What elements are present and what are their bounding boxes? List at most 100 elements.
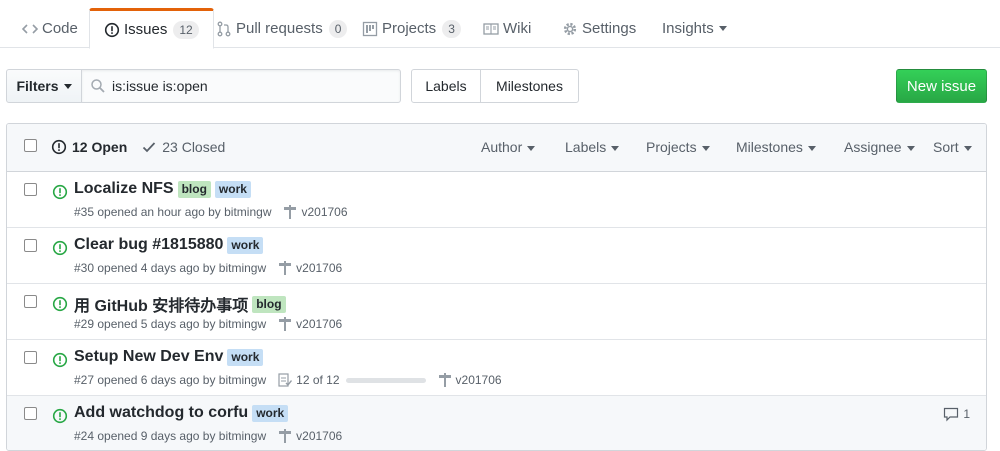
task-progress: 12 of 12 xyxy=(278,373,426,387)
milestones-filter[interactable]: Milestones xyxy=(736,139,816,155)
label-blog[interactable]: blog xyxy=(177,180,211,198)
tab-pull-requests[interactable]: Pull requests 0 xyxy=(216,8,348,49)
issue-checkbox[interactable] xyxy=(24,183,37,196)
issue-checkbox[interactable] xyxy=(24,351,37,364)
labels-button-label: Labels xyxy=(425,78,467,94)
issue-checkbox[interactable] xyxy=(24,407,37,420)
milestone-icon xyxy=(278,317,292,331)
check-icon xyxy=(141,139,157,155)
search-icon xyxy=(90,78,106,94)
chevron-down-icon xyxy=(963,145,972,151)
milestone-link[interactable]: v201706 xyxy=(278,429,342,443)
milestone-icon xyxy=(278,429,292,443)
checklist-icon xyxy=(278,373,293,387)
chevron-down-icon xyxy=(807,145,816,151)
open-count-label: 12 Open xyxy=(72,139,128,155)
open-issues-filter[interactable]: 12 Open xyxy=(51,139,127,155)
milestone-label: v201706 xyxy=(296,429,343,443)
chevron-down-icon xyxy=(63,83,72,89)
issue-meta: #30 opened 4 days ago by bitmingw xyxy=(74,261,267,275)
issue-title-link[interactable]: Clear bug #1815880 xyxy=(74,236,223,254)
tab-label: Projects xyxy=(382,20,437,37)
milestone-label: v201706 xyxy=(455,373,502,387)
chevron-down-icon xyxy=(718,26,727,31)
milestone-link[interactable]: v201706 xyxy=(278,261,342,275)
chevron-down-icon xyxy=(906,145,915,151)
milestone-link[interactable]: v201706 xyxy=(283,205,348,219)
comment-icon xyxy=(943,406,959,422)
label-work[interactable]: work xyxy=(227,236,264,254)
milestone-label: v201706 xyxy=(301,205,348,219)
issues-list-header: 12 Open 23 Closed Author Labels Projects… xyxy=(7,124,986,172)
author-filter-label: Author xyxy=(481,139,523,155)
issue-states: 12 Open 23 Closed xyxy=(51,139,225,155)
book-icon xyxy=(483,21,499,37)
issue-opened-icon xyxy=(52,184,68,200)
tab-label: Issues xyxy=(124,21,168,38)
issue-meta: #29 opened 5 days ago by bitmingw xyxy=(74,317,267,331)
tab-issues[interactable]: Issues 12 xyxy=(89,8,214,49)
labels-button[interactable]: Labels xyxy=(411,69,481,103)
issue-opened-icon xyxy=(52,240,68,256)
tab-label: Code xyxy=(42,20,78,37)
milestones-button[interactable]: Milestones xyxy=(480,69,579,103)
issue-checkbox[interactable] xyxy=(24,295,37,308)
labels-filter[interactable]: Labels xyxy=(565,139,620,155)
issue-row[interactable]: Add watchdog to corfu work #24 opened 9 … xyxy=(7,396,986,450)
search-input[interactable] xyxy=(112,70,397,102)
sort-filter-label: Sort xyxy=(933,139,959,155)
assignee-filter[interactable]: Assignee xyxy=(844,139,915,155)
label-blog[interactable]: blog xyxy=(252,295,286,313)
issue-opened-icon xyxy=(104,22,120,38)
tab-settings[interactable]: Settings xyxy=(562,8,636,49)
sort-filter[interactable]: Sort xyxy=(933,139,972,155)
gear-icon xyxy=(562,21,578,37)
task-count: 12 of 12 xyxy=(296,373,340,387)
issue-opened-icon xyxy=(51,139,67,155)
comments-link[interactable]: 1 xyxy=(943,406,970,422)
filters-label: Filters xyxy=(16,78,59,94)
project-icon xyxy=(362,21,378,37)
filters-dropdown-button[interactable]: Filters xyxy=(6,69,82,103)
milestone-icon xyxy=(438,373,452,387)
issue-opened-icon xyxy=(52,352,68,368)
issue-row[interactable]: 用 GitHub 安排待办事项 blog #29 opened 5 days a… xyxy=(7,284,986,340)
label-work[interactable]: work xyxy=(227,348,264,366)
tab-label: Wiki xyxy=(503,20,532,37)
comment-count: 1 xyxy=(963,407,970,421)
pull-requests-counter: 0 xyxy=(328,19,348,38)
tab-label: Insights xyxy=(662,20,714,37)
issue-title-link[interactable]: Localize NFS xyxy=(74,180,174,198)
tab-wiki[interactable]: Wiki xyxy=(483,8,531,49)
select-all-checkbox[interactable] xyxy=(24,139,37,152)
assignee-filter-label: Assignee xyxy=(844,139,902,155)
issue-title-link[interactable]: Add watchdog to corfu xyxy=(74,404,248,422)
chevron-down-icon xyxy=(701,145,710,151)
author-filter[interactable]: Author xyxy=(481,139,536,155)
issue-meta: #24 opened 9 days ago by bitmingw xyxy=(74,429,267,443)
milestones-filter-label: Milestones xyxy=(736,139,803,155)
task-progress-fill xyxy=(345,377,426,383)
issues-counter: 12 xyxy=(173,20,199,39)
issue-title-link[interactable]: 用 GitHub 安排待办事项 xyxy=(74,292,248,316)
label-work[interactable]: work xyxy=(252,404,289,422)
chevron-down-icon xyxy=(527,145,536,151)
tab-insights[interactable]: Insights xyxy=(662,8,727,49)
new-issue-button[interactable]: New issue xyxy=(896,69,987,103)
label-work[interactable]: work xyxy=(214,180,251,198)
repo-nav: Code Issues 12 Pull requests 0 Projects … xyxy=(0,0,1000,49)
issue-checkbox[interactable] xyxy=(24,239,37,252)
issue-row[interactable]: Clear bug #1815880 work #30 opened 4 day… xyxy=(7,228,986,284)
projects-filter[interactable]: Projects xyxy=(646,139,710,155)
tab-code[interactable]: Code xyxy=(22,8,78,49)
issue-meta: #35 opened an hour ago by bitmingw xyxy=(74,205,272,219)
issue-row[interactable]: Setup New Dev Env work #27 opened 6 days… xyxy=(7,340,986,396)
tab-label: Settings xyxy=(582,20,637,37)
issue-row[interactable]: Localize NFS blog work #35 opened an hou… xyxy=(7,172,986,228)
closed-issues-filter[interactable]: 23 Closed xyxy=(141,139,225,155)
issue-title-link[interactable]: Setup New Dev Env xyxy=(74,348,223,366)
milestone-link[interactable]: v201706 xyxy=(438,373,502,387)
milestone-link[interactable]: v201706 xyxy=(278,317,342,331)
milestone-icon xyxy=(283,205,297,219)
tab-projects[interactable]: Projects 3 xyxy=(362,8,461,49)
